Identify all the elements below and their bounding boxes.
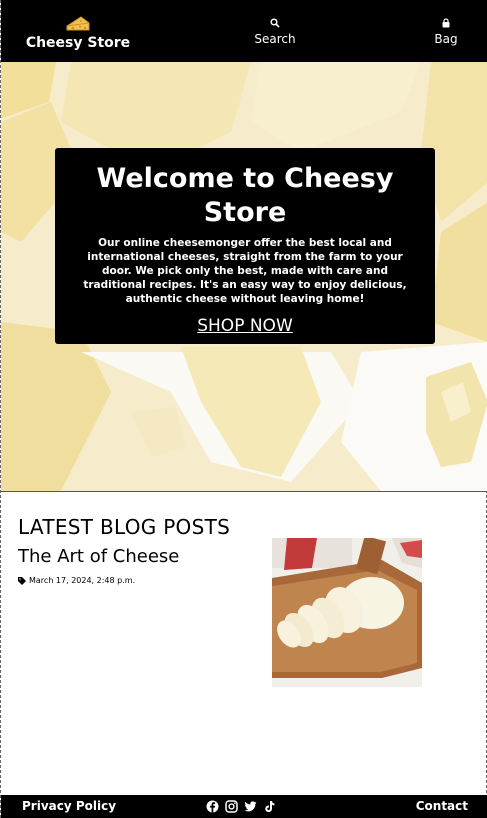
hero-card: Welcome to Cheesy Store Our online chees… xyxy=(55,148,435,344)
tag-icon xyxy=(18,576,26,585)
search-icon xyxy=(270,18,280,28)
hero-banner: Welcome to Cheesy Store Our online chees… xyxy=(1,62,487,491)
post-date: March 17, 2024, 2:48 p.m. xyxy=(29,576,136,585)
facebook-icon[interactable] xyxy=(206,800,219,813)
social-links xyxy=(206,800,276,813)
post-image[interactable] xyxy=(272,538,422,687)
twitter-icon[interactable] xyxy=(244,800,257,813)
contact-link[interactable]: Contact xyxy=(416,799,468,813)
instagram-icon[interactable] xyxy=(225,800,238,813)
section-title: LATEST BLOG POSTS xyxy=(18,515,231,539)
hero-description: Our online cheesemonger offer the best l… xyxy=(83,237,407,305)
tiktok-icon[interactable] xyxy=(263,800,276,813)
mozzarella-image xyxy=(272,538,422,687)
nav-bag-label: Bag xyxy=(434,32,458,46)
bag-icon xyxy=(442,18,450,28)
blog-section: LATEST BLOG POSTS The Art of Cheese Marc… xyxy=(1,491,487,795)
shop-now-link[interactable]: SHOP NOW xyxy=(197,316,293,336)
hero-title: Welcome to Cheesy Store xyxy=(96,163,394,228)
brand[interactable]: Cheesy Store xyxy=(23,14,133,51)
privacy-policy-link[interactable]: Privacy Policy xyxy=(22,799,116,813)
cheese-icon xyxy=(66,16,90,31)
nav-bag[interactable]: Bag xyxy=(427,18,465,46)
post-meta: March 17, 2024, 2:48 p.m. xyxy=(18,576,135,585)
nav-search-label: Search xyxy=(254,32,296,46)
post-title[interactable]: The Art of Cheese xyxy=(18,546,179,567)
site-header: Cheesy Store Search Bag xyxy=(1,0,487,62)
site-footer: Privacy Policy Contact xyxy=(1,795,487,818)
nav-search[interactable]: Search xyxy=(249,18,301,46)
brand-name: Cheesy Store xyxy=(25,35,131,51)
